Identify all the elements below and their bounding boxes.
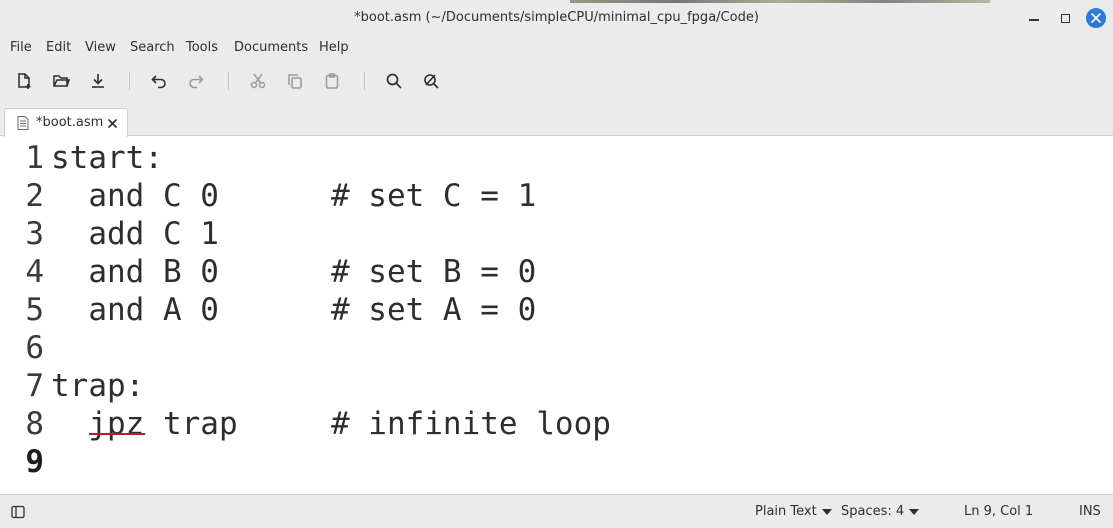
menu-file[interactable]: File [10, 40, 32, 55]
close-window-button[interactable] [1086, 8, 1106, 28]
cursor-position[interactable]: Ln 9, Col 1 [964, 504, 1033, 519]
line-number-gutter: 1 2 3 4 5 6 7 8 9 [0, 137, 48, 494]
background-strip [570, 0, 990, 3]
text-editor[interactable]: 1 2 3 4 5 6 7 8 9 start: and C 0 # set C… [0, 137, 1113, 494]
undo-button[interactable] [148, 70, 170, 92]
language-selector[interactable]: Plain Text [755, 504, 832, 519]
cut-button[interactable] [247, 70, 269, 92]
title-bar: *boot.asm (~/Documents/simpleCPU/minimal… [0, 0, 1113, 36]
copy-icon [288, 74, 302, 89]
chevron-down-icon [821, 508, 832, 515]
insert-mode-label: INS [1079, 504, 1101, 519]
code-line[interactable]: and A 0 # set A = 0 [51, 291, 536, 329]
close-icon [1091, 13, 1101, 23]
toolbar-separator [364, 72, 365, 90]
menu-view[interactable]: View [85, 40, 116, 55]
menu-edit[interactable]: Edit [46, 40, 71, 55]
line-number: 6 [25, 330, 44, 366]
search-button[interactable] [383, 70, 405, 92]
line-number-current: 9 [25, 444, 44, 480]
tab-width-label: Spaces: 4 [841, 504, 905, 519]
copy-button[interactable] [284, 70, 306, 92]
open-document-icon [53, 75, 70, 87]
code-line[interactable]: and C 0 # set C = 1 [51, 177, 536, 215]
maximize-icon [1060, 13, 1070, 23]
tab-boot-asm[interactable]: *boot.asm [4, 108, 128, 137]
chevron-down-icon [909, 508, 920, 515]
minimize-icon [1029, 19, 1039, 21]
open-document-button[interactable] [50, 70, 72, 92]
redo-icon [189, 75, 204, 89]
search-icon [386, 73, 402, 89]
code-line[interactable]: jpz trap # infinite loop [51, 405, 611, 443]
line-number: 5 [25, 292, 44, 328]
side-panel-toggle[interactable] [8, 503, 28, 521]
minimize-button[interactable] [1024, 8, 1044, 28]
line-number: 2 [25, 178, 44, 214]
line-number: 3 [25, 216, 44, 252]
menu-tools[interactable]: Tools [186, 40, 218, 55]
code-line[interactable]: start: [51, 139, 163, 177]
code-line[interactable]: and B 0 # set B = 0 [51, 253, 536, 291]
tab-bar: *boot.asm [0, 104, 1113, 137]
menu-documents[interactable]: Documents [234, 40, 308, 55]
tab-close-button[interactable] [105, 116, 119, 130]
text-document-icon [17, 116, 29, 130]
code-line[interactable]: trap: [51, 367, 144, 405]
line-number: 1 [25, 140, 44, 176]
close-icon [107, 118, 117, 128]
line-number: 4 [25, 254, 44, 290]
status-bar: Plain Text Spaces: 4 Ln 9, Col 1 INS [0, 494, 1113, 528]
menu-bar: File Edit View Search Tools Documents He… [0, 36, 1113, 58]
save-button[interactable] [87, 70, 109, 92]
tab-width-selector[interactable]: Spaces: 4 [841, 504, 920, 519]
window-title: *boot.asm (~/Documents/simpleCPU/minimal… [354, 10, 759, 25]
language-label: Plain Text [755, 504, 817, 519]
save-icon [92, 74, 104, 88]
search-replace-icon [424, 74, 439, 89]
redo-button[interactable] [185, 70, 207, 92]
insert-mode-indicator[interactable]: INS [1079, 504, 1101, 519]
line-number: 8 [25, 406, 44, 442]
tab-label: *boot.asm [36, 115, 104, 130]
menu-search[interactable]: Search [130, 40, 175, 55]
new-document-icon [18, 73, 31, 89]
spell-error-underline [89, 433, 145, 435]
search-replace-button[interactable] [420, 70, 442, 92]
cut-icon [250, 73, 266, 89]
paste-icon [325, 73, 339, 89]
menu-help[interactable]: Help [319, 40, 349, 55]
cursor-position-label: Ln 9, Col 1 [964, 504, 1034, 519]
toolbar-separator [228, 72, 229, 90]
toolbar [0, 58, 1113, 104]
side-panel-icon [11, 505, 25, 519]
maximize-button[interactable] [1055, 8, 1075, 28]
undo-icon [151, 75, 166, 89]
new-document-button[interactable] [13, 70, 35, 92]
toolbar-separator [129, 72, 130, 90]
paste-button[interactable] [321, 70, 343, 92]
code-line[interactable]: add C 1 [51, 215, 219, 253]
line-number: 7 [25, 368, 44, 404]
